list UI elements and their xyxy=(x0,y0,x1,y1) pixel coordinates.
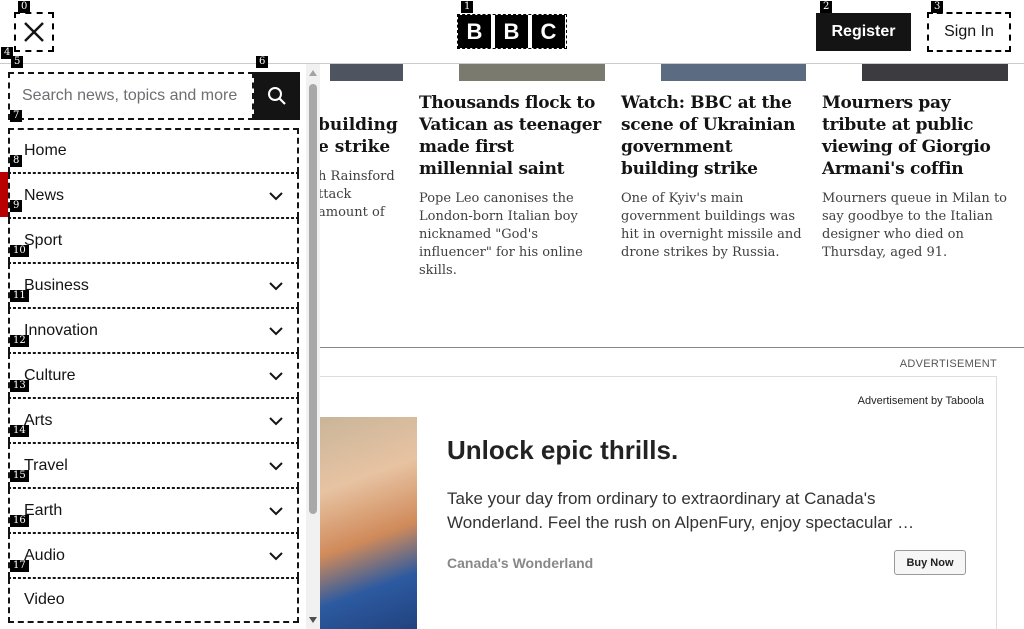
scroll-thumb[interactable] xyxy=(309,84,317,514)
index-badge: 17 xyxy=(10,560,29,572)
advertisement-label: ADVERTISEMENT xyxy=(899,358,997,370)
article-summary: One of Kyiv's main government buildings … xyxy=(621,191,802,260)
menu-item-label: Innovation xyxy=(24,321,98,339)
close-icon xyxy=(24,22,44,42)
top-bar: B B C Register Sign In xyxy=(0,0,1024,64)
search-bar xyxy=(8,72,300,120)
register-button[interactable]: Register xyxy=(816,13,911,51)
index-badge: 9 xyxy=(10,200,23,212)
chevron-down-icon[interactable] xyxy=(269,416,283,426)
logo-letter: B xyxy=(458,15,491,48)
index-badge: 10 xyxy=(10,245,29,257)
menu-item-home[interactable]: Home xyxy=(8,128,299,173)
partial-article[interactable]: building e strike h Rainsford ttack amou… xyxy=(318,114,408,222)
index-badge: 1 xyxy=(461,1,474,13)
close-menu-button[interactable] xyxy=(14,12,54,52)
menu-item-label: Sport xyxy=(24,231,63,249)
nav-list: Home News Sport Business Innovation Culture Ar… xyxy=(8,128,299,623)
article-title[interactable]: Mourners pay tribute at public viewing o… xyxy=(822,92,1012,180)
article-summary: Mourners queue in Milan to say goodbye t… xyxy=(822,191,1007,260)
chevron-down-icon[interactable] xyxy=(269,191,283,201)
index-badge: 0 xyxy=(18,1,31,13)
ad-provider-label[interactable]: Advertisement by Taboola xyxy=(858,395,984,407)
index-badge: 15 xyxy=(10,470,29,482)
ad-image[interactable] xyxy=(318,417,417,629)
ad-title[interactable]: Unlock epic thrills. xyxy=(447,435,678,466)
current-section-marker xyxy=(0,172,8,217)
index-badge: 14 xyxy=(10,425,29,437)
menu-item-label: Travel xyxy=(24,456,68,474)
article-thumbnail[interactable] xyxy=(862,64,1008,81)
scroll-down-arrow-icon[interactable] xyxy=(309,617,317,623)
menu-item-audio[interactable]: Audio xyxy=(8,533,299,578)
menu-item-video[interactable]: Video xyxy=(8,578,299,623)
index-badge: 5 xyxy=(11,56,24,68)
sign-in-button[interactable]: Sign In xyxy=(927,12,1011,52)
article-card[interactable]: Watch: BBC at the scene of Ukrainian gov… xyxy=(621,92,811,262)
index-badge: 8 xyxy=(10,155,23,167)
menu-scrollbar[interactable] xyxy=(306,64,320,629)
search-input[interactable] xyxy=(8,72,254,120)
menu-item-label: News xyxy=(24,186,65,204)
scroll-up-arrow-icon[interactable] xyxy=(309,70,317,76)
index-badge: 12 xyxy=(10,335,29,347)
menu-item-label: Earth xyxy=(24,501,63,519)
article-summary-line: amount of xyxy=(318,205,385,220)
menu-item-travel[interactable]: Travel xyxy=(8,443,299,488)
index-badge: 6 xyxy=(256,56,269,68)
article-thumbnail[interactable] xyxy=(330,64,403,81)
ad-buy-now-button[interactable]: Buy Now xyxy=(894,550,966,575)
menu-item-innovation[interactable]: Innovation xyxy=(8,308,299,353)
menu-item-label: Home xyxy=(24,142,67,159)
article-summary-line: h Rainsford xyxy=(318,169,395,184)
article-thumbnail[interactable] xyxy=(661,64,806,81)
article-card[interactable]: Thousands flock to Vatican as teenager m… xyxy=(419,92,609,280)
section-divider xyxy=(318,347,1024,348)
article-thumbnail[interactable] xyxy=(459,64,605,81)
bbc-logo: B B C xyxy=(458,15,565,48)
index-badge: 11 xyxy=(10,290,29,302)
search-button[interactable] xyxy=(254,72,300,120)
article-card[interactable]: Mourners pay tribute at public viewing o… xyxy=(822,92,1012,262)
index-badge: 16 xyxy=(10,515,29,527)
index-badge: 7 xyxy=(10,110,23,122)
menu-item-news[interactable]: News xyxy=(8,173,299,218)
menu-item-earth[interactable]: Earth xyxy=(8,488,299,533)
article-summary: Pope Leo canonises the London-born Itali… xyxy=(419,191,583,278)
sponsored-ad[interactable]: Advertisement by Taboola Unlock epic thr… xyxy=(318,376,997,629)
menu-item-sport[interactable]: Sport xyxy=(8,218,299,263)
search-icon xyxy=(268,87,286,105)
logo-letter: C xyxy=(532,15,565,48)
chevron-down-icon[interactable] xyxy=(269,371,283,381)
article-title[interactable]: Watch: BBC at the scene of Ukrainian gov… xyxy=(621,92,811,180)
index-badge: 3 xyxy=(931,1,944,13)
menu-item-label: Audio xyxy=(24,546,65,564)
menu-item-business[interactable]: Business xyxy=(8,263,299,308)
ad-brand: Canada's Wonderland xyxy=(447,555,594,571)
chevron-down-icon[interactable] xyxy=(269,326,283,336)
menu-item-arts[interactable]: Arts xyxy=(8,398,299,443)
chevron-down-icon[interactable] xyxy=(269,281,283,291)
chevron-down-icon[interactable] xyxy=(269,551,283,561)
logo-letter: B xyxy=(495,15,528,48)
article-title-line: e strike xyxy=(318,137,391,157)
article-title-line: building xyxy=(318,115,398,135)
chevron-down-icon[interactable] xyxy=(269,461,283,471)
menu-item-label: Business xyxy=(24,276,89,294)
ad-description: Take your day from ordinary to extraordi… xyxy=(447,489,915,532)
chevron-down-icon[interactable] xyxy=(269,506,283,516)
menu-item-culture[interactable]: Culture xyxy=(8,353,299,398)
navigation-drawer: Home News Sport Business Innovation Culture Ar… xyxy=(0,64,320,629)
article-summary-line: ttack xyxy=(318,187,352,202)
index-badge: 13 xyxy=(10,380,29,392)
menu-item-label: Video xyxy=(24,591,65,608)
index-badge: 2 xyxy=(820,1,833,13)
article-title[interactable]: Thousands flock to Vatican as teenager m… xyxy=(419,92,609,180)
menu-item-label: Culture xyxy=(24,366,76,384)
